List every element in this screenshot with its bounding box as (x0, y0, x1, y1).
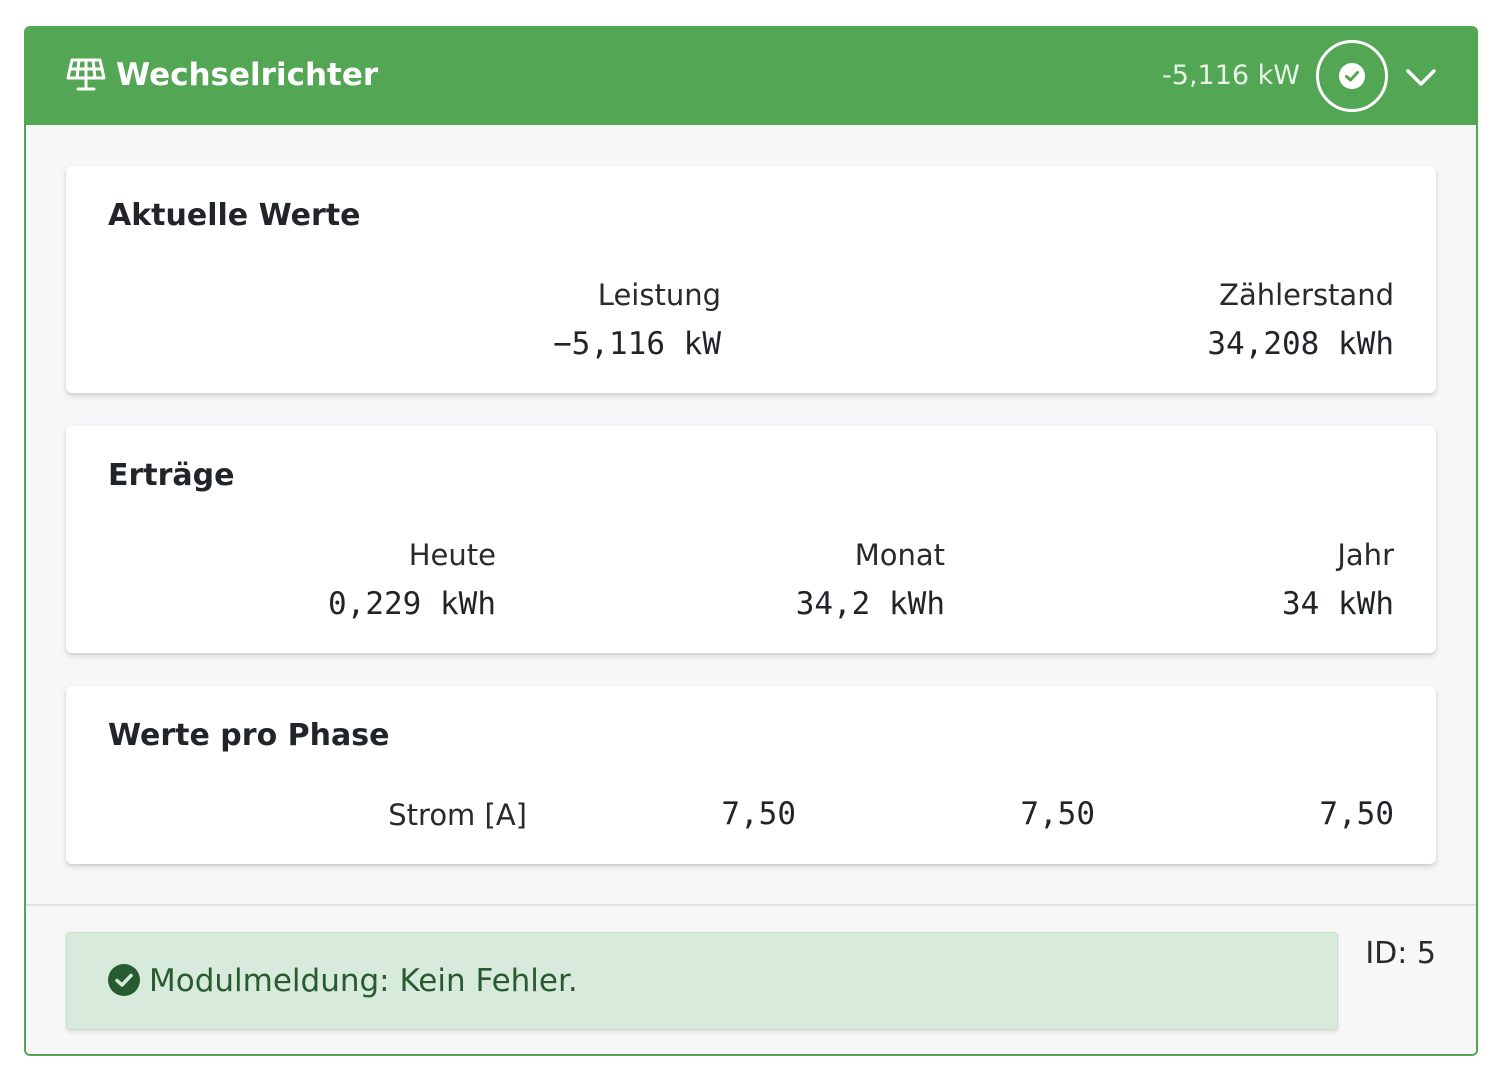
panel-title: Wechselrichter (116, 57, 379, 93)
phase-3-current: 7,50 (1319, 796, 1394, 832)
power-value: −5,116 kW (553, 326, 721, 362)
module-message-alert: Modulmeldung: Kein Fehler. (66, 932, 1338, 1030)
phase-1-current: 7,50 (721, 796, 796, 832)
today-label: Heute (408, 538, 496, 572)
solar-panel-icon (66, 58, 106, 91)
status-indicator (1316, 40, 1388, 112)
panel-footer: Modulmeldung: Kein Fehler. ID: 5 (26, 904, 1476, 1054)
current-label: Strom [A] (388, 798, 527, 832)
chevron-down-icon[interactable] (1404, 62, 1438, 92)
today-value: 0,229 kWh (328, 586, 496, 622)
year-label: Jahr (1337, 538, 1394, 572)
power-label: Leistung (597, 278, 721, 312)
phase-2-current: 7,50 (1020, 796, 1095, 832)
phase-values-card: Werte pro Phase Strom [A] 7,50 7,50 7,50 (66, 686, 1436, 864)
panel-header[interactable]: Wechselrichter -5,116 kW (26, 28, 1476, 125)
month-label: Monat (854, 538, 945, 572)
check-circle-icon (108, 964, 140, 996)
current-values-card: Aktuelle Werte Leistung −5,116 kW Zähler… (66, 166, 1436, 393)
card-title: Aktuelle Werte (108, 198, 361, 233)
inverter-panel: Wechselrichter -5,116 kW Aktuelle Werte … (24, 26, 1478, 1056)
card-title: Werte pro Phase (108, 718, 390, 753)
module-message-text: Modulmeldung: Kein Fehler. (149, 963, 578, 999)
meter-value: 34,208 kWh (1207, 326, 1394, 362)
month-value: 34,2 kWh (795, 586, 945, 622)
year-value: 34 kWh (1282, 586, 1394, 622)
yields-card: Erträge Heute 0,229 kWh Monat 34,2 kWh J… (66, 426, 1436, 653)
check-circle-icon (1339, 63, 1365, 89)
module-id: ID: 5 (1365, 936, 1436, 971)
meter-label: Zählerstand (1219, 278, 1394, 312)
header-power-value: -5,116 kW (1162, 60, 1300, 91)
card-title: Erträge (108, 458, 235, 493)
